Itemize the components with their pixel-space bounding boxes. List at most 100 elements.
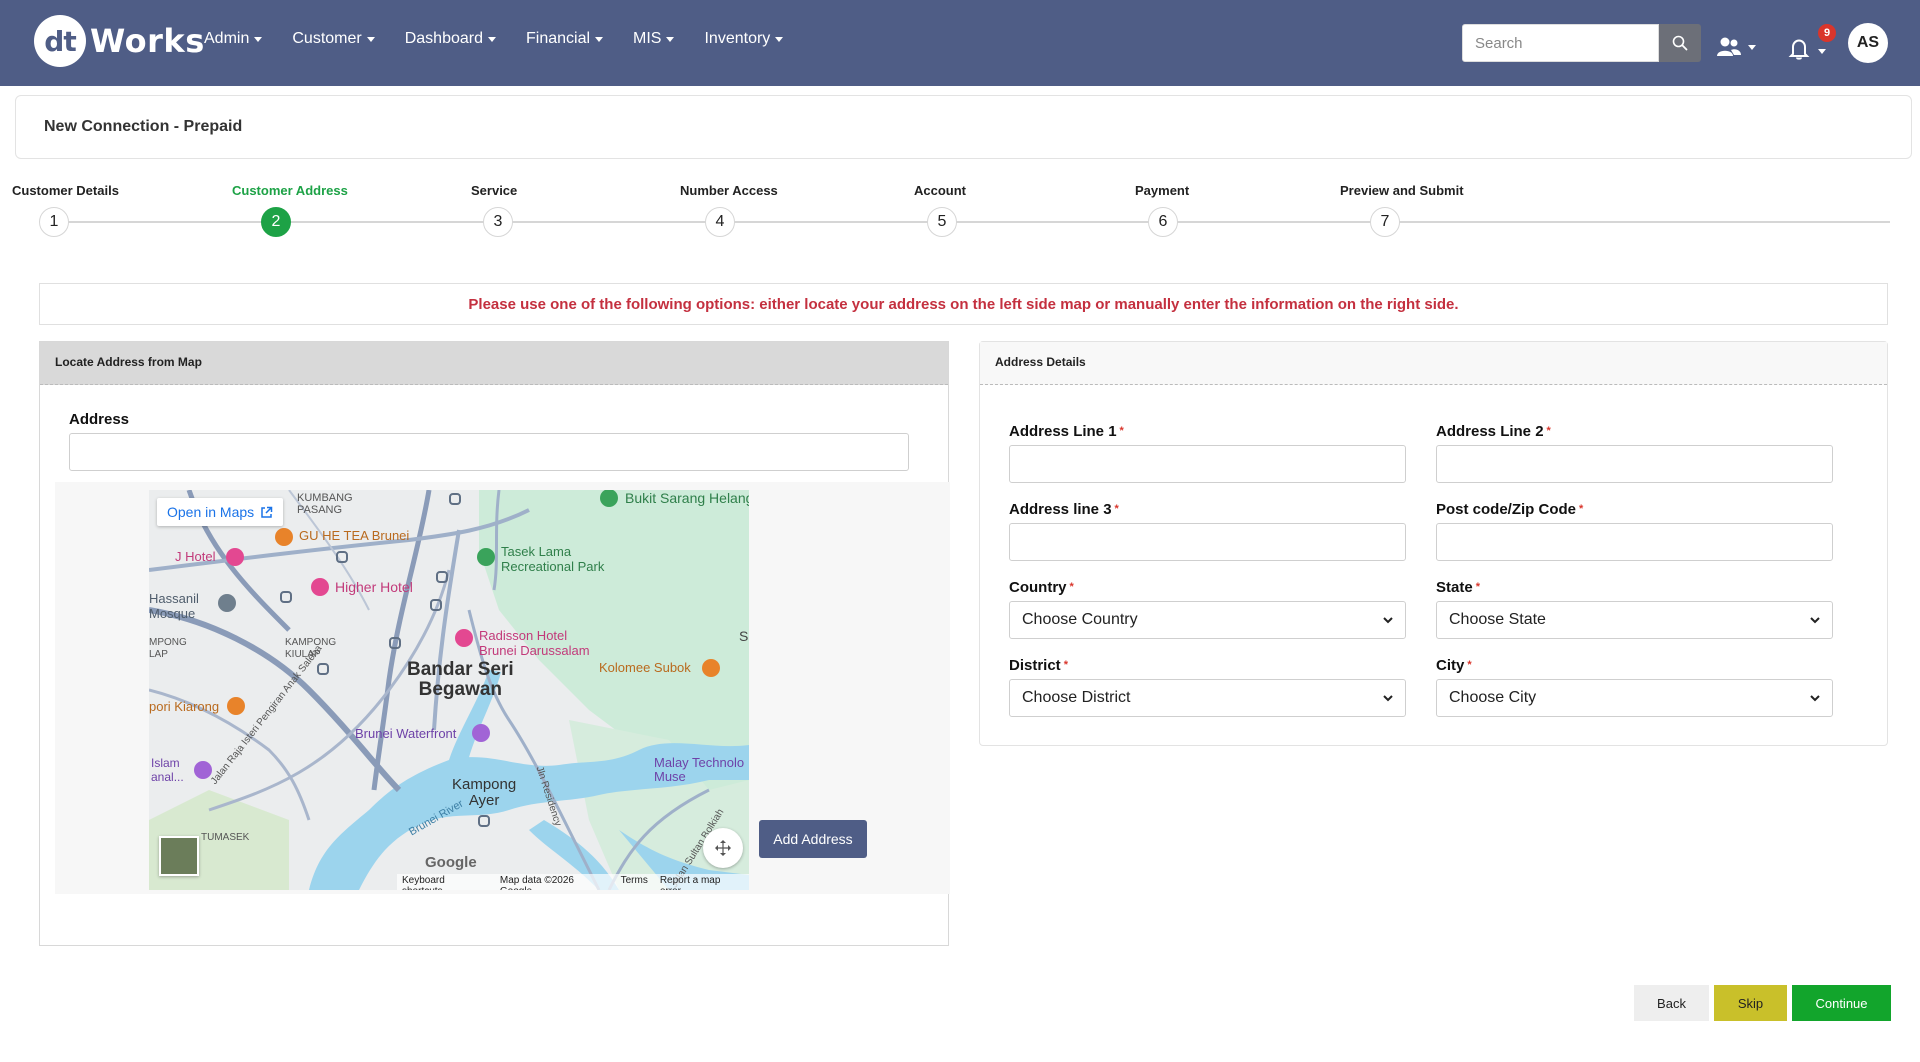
district-select[interactable]: Choose District [1009, 679, 1406, 717]
menu-dashboard[interactable]: Dashboard [405, 30, 496, 48]
step-3[interactable]: 3 [483, 207, 513, 237]
chevron-down-icon [488, 36, 496, 42]
map-footer: Keyboard shortcuts Map data ©2026 Google… [397, 874, 749, 890]
map-label-s: S [739, 628, 749, 644]
district-label-text: District [1009, 657, 1061, 674]
logo-text: Works [90, 22, 205, 60]
step-5[interactable]: 5 [927, 207, 957, 237]
continue-button[interactable]: Continue [1792, 985, 1891, 1021]
menu-customer[interactable]: Customer [292, 30, 375, 48]
open-in-maps-link[interactable]: Open in Maps [157, 498, 284, 526]
google-map[interactable]: KUMBANG PASANG Bukit Sarang Helang GU HE… [149, 490, 749, 890]
chevron-down-icon [1818, 49, 1827, 54]
search-icon [1672, 35, 1688, 51]
add-address-button[interactable]: Add Address [759, 820, 867, 858]
fullscreen-button[interactable] [703, 828, 743, 868]
step-1[interactable]: 1 [39, 207, 69, 237]
open-in-maps-label: Open in Maps [167, 504, 255, 520]
menu-financial[interactable]: Financial [526, 30, 604, 48]
search-box [1462, 24, 1701, 62]
district-label: District * [1009, 657, 1068, 674]
country-select[interactable]: Choose Country [1009, 601, 1406, 639]
state-select[interactable]: Choose State [1436, 601, 1833, 639]
postcode-input[interactable] [1436, 523, 1833, 561]
country-select-value: Choose Country [1022, 611, 1138, 628]
map-data-attribution: Map data ©2026 Google [499, 875, 574, 890]
address-label: Address [69, 411, 130, 428]
users-icon [1717, 37, 1741, 56]
address-details-title: Address Details [980, 342, 1887, 385]
state-select-value: Choose State [1449, 611, 1546, 628]
map-card: Locate Address from Map Address KUMBANG … [39, 341, 950, 946]
menu-admin[interactable]: Admin [204, 30, 263, 48]
info-banner: Please use one of the following options:… [39, 283, 1888, 325]
step-label-customer-details: Customer Details [12, 183, 119, 198]
chevron-down-icon [1383, 617, 1393, 624]
postcode-label: Post code/Zip Code * [1436, 501, 1583, 518]
district-select-value: Choose District [1022, 689, 1131, 706]
required-marker: * [1546, 425, 1551, 437]
map-label-brunei-waterfront: Brunei Waterfront [355, 726, 457, 741]
info-message: Please use one of the following options:… [468, 295, 1459, 313]
search-button[interactable] [1659, 24, 1701, 62]
map-label-kolomee-subok: Kolomee Subok [599, 660, 691, 675]
map-label-islam: Islam anal... [151, 756, 184, 784]
map-card-title: Locate Address from Map [40, 342, 948, 385]
required-marker: * [1467, 659, 1472, 671]
menu-admin-label: Admin [204, 30, 250, 47]
step-label-customer-address: Customer Address [232, 183, 348, 198]
menu-financial-label: Financial [526, 30, 591, 47]
country-label-text: Country [1009, 579, 1067, 596]
step-label-payment: Payment [1135, 183, 1190, 198]
required-marker: * [1063, 659, 1068, 671]
address-line1-label: Address Line 1 * [1009, 423, 1124, 440]
page-title: New Connection - Prepaid [44, 118, 243, 135]
map-label-higher-hotel: Higher Hotel [335, 579, 413, 595]
postcode-label-text: Post code/Zip Code [1436, 501, 1577, 518]
address-line2-input[interactable] [1436, 445, 1833, 483]
report-map-error-link[interactable]: Report a map error [660, 875, 744, 890]
menu-inventory[interactable]: Inventory [704, 30, 784, 48]
address-line1-label-text: Address Line 1 [1009, 423, 1117, 440]
back-button[interactable]: Back [1634, 985, 1709, 1021]
city-label: City * [1436, 657, 1472, 674]
required-marker: * [1475, 581, 1480, 593]
step-6[interactable]: 6 [1148, 207, 1178, 237]
menu-mis[interactable]: MIS [633, 30, 675, 48]
city-select[interactable]: Choose City [1436, 679, 1833, 717]
address-line3-label-text: Address line 3 [1009, 501, 1112, 518]
notifications-button[interactable] [1788, 38, 1827, 65]
map-label-malay-technology: Malay Technolo Muse [654, 755, 745, 784]
step-7[interactable]: 7 [1370, 207, 1400, 237]
required-marker: * [1119, 425, 1124, 437]
keyboard-shortcuts-link[interactable]: Keyboard shortcuts [402, 875, 488, 890]
step-label-account: Account [914, 183, 966, 198]
step-4[interactable]: 4 [705, 207, 735, 237]
address-line1-input[interactable] [1009, 445, 1406, 483]
map-address-input[interactable] [69, 433, 909, 471]
bell-icon [1788, 39, 1810, 60]
terms-link[interactable]: Terms [621, 875, 648, 889]
satellite-toggle[interactable] [159, 836, 199, 876]
menu-inventory-label: Inventory [704, 30, 771, 47]
city-select-value: Choose City [1449, 689, 1537, 706]
skip-button[interactable]: Skip [1714, 985, 1787, 1021]
menu-customer-label: Customer [292, 30, 362, 47]
address-line2-label: Address Line 2 * [1436, 423, 1551, 440]
menu-dashboard-label: Dashboard [404, 30, 483, 47]
address-line3-input[interactable] [1009, 523, 1406, 561]
search-input[interactable] [1462, 24, 1659, 62]
top-navbar: dt Works Admin Customer Dashboard Financ… [0, 0, 1920, 86]
main-menu: Admin Customer Dashboard Financial MIS I… [204, 30, 813, 48]
users-menu-button[interactable] [1716, 36, 1756, 58]
step-2[interactable]: 2 [261, 207, 291, 237]
chevron-down-icon [595, 36, 604, 42]
map-label-hassanil-mosque: Hassanil Mosque [149, 591, 199, 621]
map-label-kumbang-pasang: KUMBANG PASANG [297, 492, 353, 516]
app-logo[interactable]: dt Works [34, 14, 205, 68]
avatar[interactable]: AS [1848, 23, 1888, 63]
map-label-mpong: MPONG LAP [149, 637, 187, 660]
map-label-kiarong: pori Kiarong [149, 699, 220, 714]
chevron-down-icon [1383, 695, 1393, 702]
map-label-j-hotel: J Hotel [175, 549, 216, 564]
